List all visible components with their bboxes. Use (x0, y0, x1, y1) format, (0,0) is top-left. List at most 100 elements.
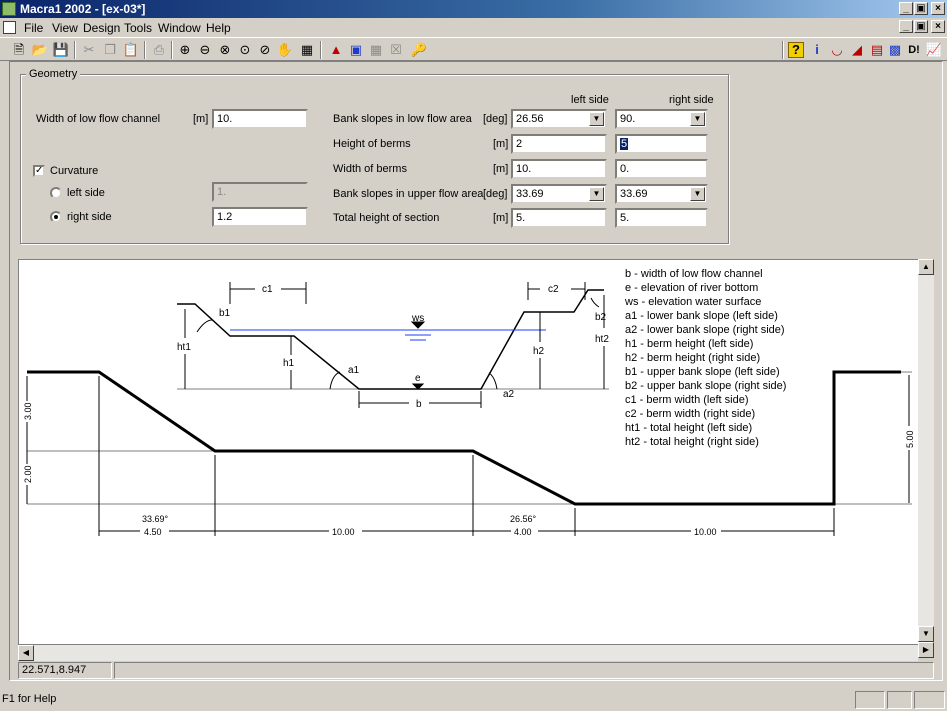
scroll-right-arrow-icon[interactable]: ▶ (918, 642, 934, 658)
close-button[interactable]: × (931, 2, 945, 15)
legend-item: ws - elevation water surface (624, 296, 761, 308)
legend-item: a1 - lower bank slope (left side) (625, 310, 778, 322)
bank-slopes-low-left-combo[interactable]: 26.56 ▼ (511, 109, 607, 129)
bank-slopes-low-right-value: 90. (620, 113, 636, 125)
bank-slopes-upper-right-value: 33.69 (620, 188, 648, 200)
total-height-left-input[interactable]: 5. (511, 208, 607, 228)
total-height-unit: [m] (493, 212, 509, 224)
info-icon[interactable]: i (808, 41, 826, 59)
bank-slopes-upper-left-combo[interactable]: 33.69 ▼ (511, 184, 607, 204)
legend-item: a2 - lower bank slope (right side) (625, 324, 785, 336)
total-height-right-input[interactable]: 5. (615, 208, 708, 228)
cross-section-canvas[interactable]: c1 c2 ws e b b1 b2 h1 h2 ht1 ht2 a1 a2 b… (18, 259, 934, 645)
dim-length-left: 4.50 (144, 527, 162, 537)
zoom-window-icon[interactable]: ⊗ (216, 41, 234, 59)
bank-slopes-upper-right-combo[interactable]: 33.69 ▼ (615, 184, 708, 204)
zoom-in-icon[interactable]: ⊕ (176, 41, 194, 59)
scroll-left-arrow-icon[interactable]: ◀ (18, 645, 34, 661)
close-box-icon[interactable]: ☒ (387, 41, 405, 59)
dropdown-arrow-icon[interactable]: ▼ (690, 187, 705, 201)
toolbar: 🗎 📂 💾 ✂ ❐ 📋 ⎙ ⊕ ⊖ ⊗ ⊙ ⊘ ✋ ▦ ▲ ▣ ▦ ☒ 🔑 ? … (0, 37, 947, 61)
menu-help[interactable]: Help (206, 21, 231, 35)
minimize-button[interactable]: _ (899, 2, 913, 15)
bank-slopes-low-label: Bank slopes in low flow area (333, 113, 472, 125)
width-berms-right-input[interactable]: 0. (615, 159, 708, 179)
horizontal-scrollbar[interactable]: ◀ (18, 645, 918, 661)
right-side-radio[interactable] (50, 211, 62, 223)
pan-icon[interactable]: ✋ (276, 41, 294, 59)
paste-icon[interactable]: 📋 (122, 41, 140, 59)
menu-tools[interactable]: Tools (124, 21, 152, 35)
save-icon[interactable]: 💾 (52, 41, 70, 59)
zoom-all-icon[interactable]: ⊙ (236, 41, 254, 59)
height-berms-right-value: 5 (620, 138, 629, 150)
chart-icon[interactable]: 📈 (925, 41, 943, 59)
cross-section-drawing: c1 c2 ws e b b1 b2 h1 h2 ht1 ht2 a1 a2 b… (23, 268, 915, 537)
width-low-flow-input[interactable]: 10. (212, 109, 308, 129)
menu-window[interactable]: Window (158, 21, 201, 35)
layers-icon[interactable]: ▤ (868, 41, 886, 59)
scroll-down-arrow-icon[interactable]: ▼ (918, 626, 934, 642)
section-icon[interactable]: ◢ (848, 41, 866, 59)
dropdown-arrow-icon[interactable]: ▼ (690, 112, 705, 126)
restore-button[interactable]: ▣ (914, 2, 928, 15)
grid-icon[interactable]: ▦ (298, 41, 316, 59)
print-icon[interactable]: ⎙ (150, 41, 168, 59)
legend-item: ht2 - total height (right side) (625, 436, 759, 448)
legend-item: h2 - berm height (right side) (625, 352, 760, 364)
title-bar: Macra1 2002 - [ex-03*] _ ▣ × (0, 0, 947, 18)
geometry-group-label: Geometry (26, 68, 81, 80)
right-side-radio-label: right side (67, 211, 112, 223)
width-berms-left-input[interactable]: 10. (511, 159, 607, 179)
dropdown-arrow-icon[interactable]: ▼ (589, 187, 604, 201)
app-icon[interactable] (2, 2, 16, 16)
left-side-radio-label: left side (67, 187, 105, 199)
dropdown-arrow-icon[interactable]: ▼ (589, 112, 604, 126)
bank-slopes-upper-label: Bank slopes in upper flow area (333, 188, 484, 200)
width-berms-unit: [m] (493, 163, 509, 175)
label-h2: h2 (533, 346, 545, 357)
height-berms-left-input[interactable]: 2 (511, 134, 607, 154)
height-berms-right-input[interactable]: 5 (615, 134, 708, 154)
menu-design[interactable]: Design (83, 21, 120, 35)
open-folder-icon[interactable]: 📂 (31, 41, 49, 59)
grid-toggle-icon[interactable]: ▦ (367, 41, 385, 59)
text-icon[interactable]: ▲ (327, 41, 345, 59)
vertical-scrollbar[interactable]: ▲ ▼ ▶ (918, 259, 934, 658)
dim-length-right: 4.00 (514, 527, 532, 537)
menu-view[interactable]: View (52, 21, 78, 35)
legend-item: e - elevation of river bottom (625, 282, 758, 294)
label-c1: c1 (262, 284, 273, 295)
label-b2: b2 (595, 312, 607, 323)
mdi-minimize-button[interactable]: _ (899, 20, 913, 33)
label-ws: ws (411, 313, 424, 324)
bank-slopes-low-right-combo[interactable]: 90. ▼ (615, 109, 708, 129)
copy-icon[interactable]: ❐ (101, 41, 119, 59)
d-exclaim-icon[interactable]: D! (905, 41, 923, 59)
scroll-up-arrow-icon[interactable]: ▲ (918, 259, 934, 275)
legend-item: b - width of low flow channel (625, 268, 763, 280)
cut-icon[interactable]: ✂ (80, 41, 98, 59)
label-a2: a2 (503, 389, 515, 400)
dim-angle-left: 33.69° (142, 514, 169, 524)
database-icon[interactable]: ▩ (886, 41, 904, 59)
right-side-curvature-input[interactable]: 1.2 (212, 207, 308, 227)
help-icon[interactable]: 🔑 (410, 41, 428, 59)
new-file-icon[interactable]: 🗎 (10, 41, 28, 59)
left-side-curvature-input[interactable]: 1. (212, 182, 308, 202)
curvature-checkbox[interactable]: ✓ (33, 165, 45, 177)
channel-icon[interactable]: ◡ (828, 41, 846, 59)
help-box-icon[interactable]: ? (788, 42, 804, 58)
width-berms-label: Width of berms (333, 163, 407, 175)
window-title: Macra1 2002 - [ex-03*] (20, 2, 146, 16)
mdi-restore-button[interactable]: ▣ (914, 20, 928, 33)
mdi-close-button[interactable]: × (931, 20, 945, 33)
zoom-previous-icon[interactable]: ⊘ (256, 41, 274, 59)
label-b1: b1 (219, 308, 231, 319)
left-side-radio[interactable] (50, 187, 62, 199)
zoom-out-icon[interactable]: ⊖ (196, 41, 214, 59)
menu-file[interactable]: File (24, 21, 43, 35)
label-a1: a1 (348, 365, 360, 376)
window-icon[interactable]: ▣ (347, 41, 365, 59)
document-icon[interactable] (3, 21, 16, 34)
